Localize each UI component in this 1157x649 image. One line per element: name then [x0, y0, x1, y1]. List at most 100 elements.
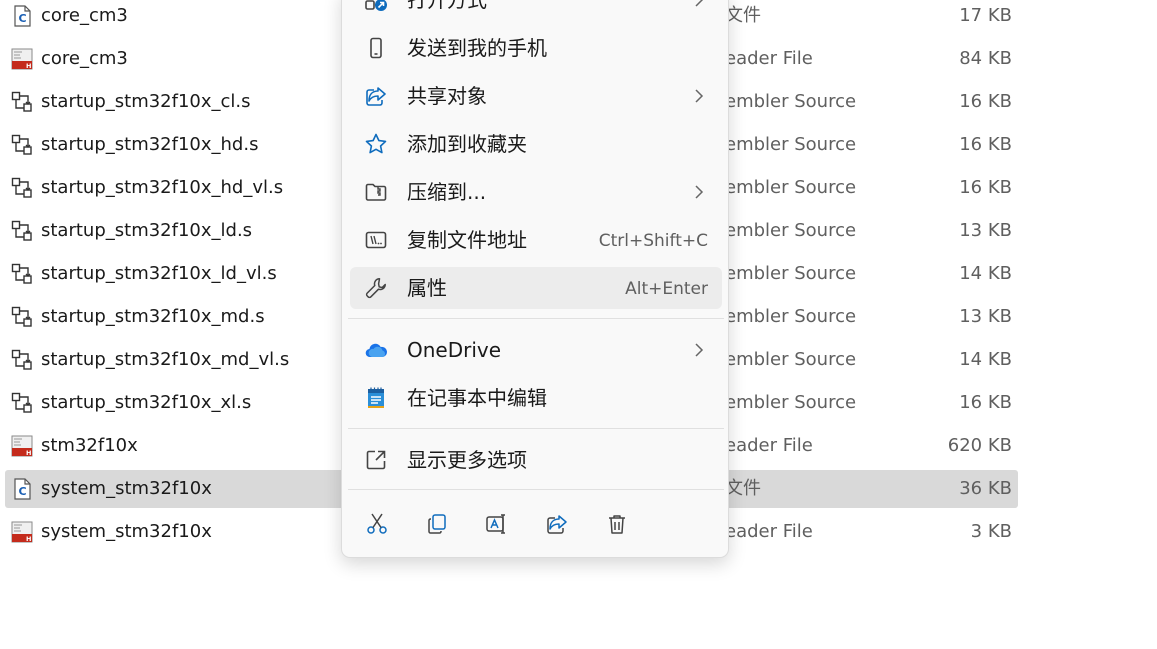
c-source-file-icon: C — [11, 5, 33, 27]
menu-item-shortcut: Alt+Enter — [625, 279, 708, 299]
file-type: embler Source — [725, 306, 857, 327]
copy-icon — [428, 514, 446, 534]
assembler-source-icon — [11, 263, 33, 285]
zip-folder-icon — [364, 180, 388, 204]
menu-separator — [348, 428, 724, 429]
file-type: eader File — [725, 48, 813, 69]
copy-path-icon — [364, 228, 388, 252]
file-type: embler Source — [725, 263, 857, 284]
assembler-source-icon — [11, 349, 33, 371]
file-name: startup_stm32f10x_hd_vl.s — [41, 177, 284, 198]
file-type: embler Source — [725, 134, 857, 155]
file-size: 16 KB — [959, 91, 1012, 112]
svg-text:C: C — [18, 485, 26, 498]
file-size: 13 KB — [959, 306, 1012, 327]
onedrive-cloud-icon — [364, 338, 388, 362]
file-name: startup_stm32f10x_ld_vl.s — [41, 263, 277, 284]
file-type: embler Source — [725, 392, 857, 413]
file-size: 620 KB — [947, 435, 1012, 456]
assembler-source-icon — [11, 91, 33, 113]
file-type: 文件 — [725, 5, 761, 26]
menu-item-copy-path[interactable]: 复制文件地址 Ctrl+Shift+C — [350, 219, 722, 261]
menu-separator — [348, 318, 724, 319]
rename-button[interactable] — [479, 506, 515, 542]
menu-item-label: 打开方式 — [407, 0, 487, 12]
file-size: 16 KB — [959, 392, 1012, 413]
menu-item-label: 复制文件地址 — [407, 228, 527, 252]
menu-item-label: OneDrive — [407, 338, 502, 362]
file-size: 13 KB — [959, 220, 1012, 241]
file-name: system_stm32f10x — [41, 521, 212, 542]
menu-item-send-to-phone[interactable]: 发送到我的手机 — [350, 27, 722, 69]
assembler-source-icon — [11, 306, 33, 328]
open-with-icon — [364, 0, 388, 12]
file-name: system_stm32f10x — [41, 478, 212, 499]
menu-separator — [348, 489, 724, 490]
file-name: startup_stm32f10x_ld.s — [41, 220, 253, 241]
menu-item-shortcut: Ctrl+Shift+C — [598, 231, 708, 251]
menu-item-properties[interactable]: 属性 Alt+Enter — [350, 267, 722, 309]
delete-icon — [609, 515, 625, 534]
chevron-right-icon — [692, 341, 706, 359]
assembler-source-icon — [11, 177, 33, 199]
file-size: 36 KB — [959, 478, 1012, 499]
cut-button[interactable] — [359, 506, 395, 542]
menu-item-add-to-favorites[interactable]: 添加到收藏夹 — [350, 123, 722, 165]
phone-icon — [364, 36, 388, 60]
rename-icon — [486, 514, 505, 534]
file-name: startup_stm32f10x_hd.s — [41, 134, 259, 155]
menu-item-show-more-options[interactable]: 显示更多选项 — [350, 439, 722, 481]
file-size: 14 KB — [959, 263, 1012, 284]
menu-item-label: 在记事本中编辑 — [407, 386, 547, 410]
file-type: embler Source — [725, 91, 857, 112]
share-icon — [364, 84, 388, 108]
menu-item-onedrive[interactable]: OneDrive — [350, 329, 722, 371]
copy-button[interactable] — [419, 506, 455, 542]
file-name: core_cm3 — [41, 48, 128, 69]
context-menu: 打开方式 发送到我的手机 共享对象 添加到收藏夹 压缩到... 复制文件地址 C… — [341, 0, 729, 558]
show-more-options-icon — [364, 448, 388, 472]
star-icon — [364, 132, 388, 156]
file-type: embler Source — [725, 177, 857, 198]
file-type: eader File — [725, 521, 813, 542]
header-file-icon: H — [11, 521, 33, 543]
menu-item-label: 发送到我的手机 — [407, 36, 547, 60]
file-name: startup_stm32f10x_md_vl.s — [41, 349, 290, 370]
file-name: stm32f10x — [41, 435, 138, 456]
menu-item-edit-in-notepad[interactable]: 在记事本中编辑 — [350, 377, 722, 419]
assembler-source-icon — [11, 220, 33, 242]
file-name: startup_stm32f10x_cl.s — [41, 91, 251, 112]
svg-text:H: H — [26, 535, 31, 543]
menu-item-share[interactable]: 共享对象 — [350, 75, 722, 117]
assembler-source-icon — [11, 134, 33, 156]
menu-item-label: 压缩到... — [407, 180, 487, 204]
file-name: core_cm3 — [41, 5, 128, 26]
svg-text:H: H — [26, 449, 31, 457]
menu-item-label: 添加到收藏夹 — [407, 132, 527, 156]
share-icon — [547, 515, 567, 534]
file-type: embler Source — [725, 220, 857, 241]
menu-item-compress-to[interactable]: 压缩到... — [350, 171, 722, 213]
wrench-icon — [364, 276, 388, 300]
chevron-right-icon — [692, 0, 706, 9]
notepad-icon — [364, 386, 388, 410]
file-name: startup_stm32f10x_xl.s — [41, 392, 252, 413]
share-button[interactable] — [539, 506, 575, 542]
delete-button[interactable] — [599, 506, 635, 542]
file-name: startup_stm32f10x_md.s — [41, 306, 265, 327]
assembler-source-icon — [11, 392, 33, 414]
svg-text:C: C — [18, 12, 26, 25]
chevron-right-icon — [692, 87, 706, 105]
file-type: 文件 — [725, 478, 761, 499]
file-size: 14 KB — [959, 349, 1012, 370]
file-size: 16 KB — [959, 177, 1012, 198]
svg-text:H: H — [26, 62, 31, 70]
menu-item-label: 属性 — [407, 276, 447, 300]
file-size: 84 KB — [959, 48, 1012, 69]
cut-icon — [367, 513, 387, 534]
file-type: eader File — [725, 435, 813, 456]
menu-item-open-with[interactable]: 打开方式 — [350, 0, 722, 21]
menu-item-label: 共享对象 — [407, 84, 487, 108]
header-file-icon: H — [11, 48, 33, 70]
chevron-right-icon — [692, 183, 706, 201]
